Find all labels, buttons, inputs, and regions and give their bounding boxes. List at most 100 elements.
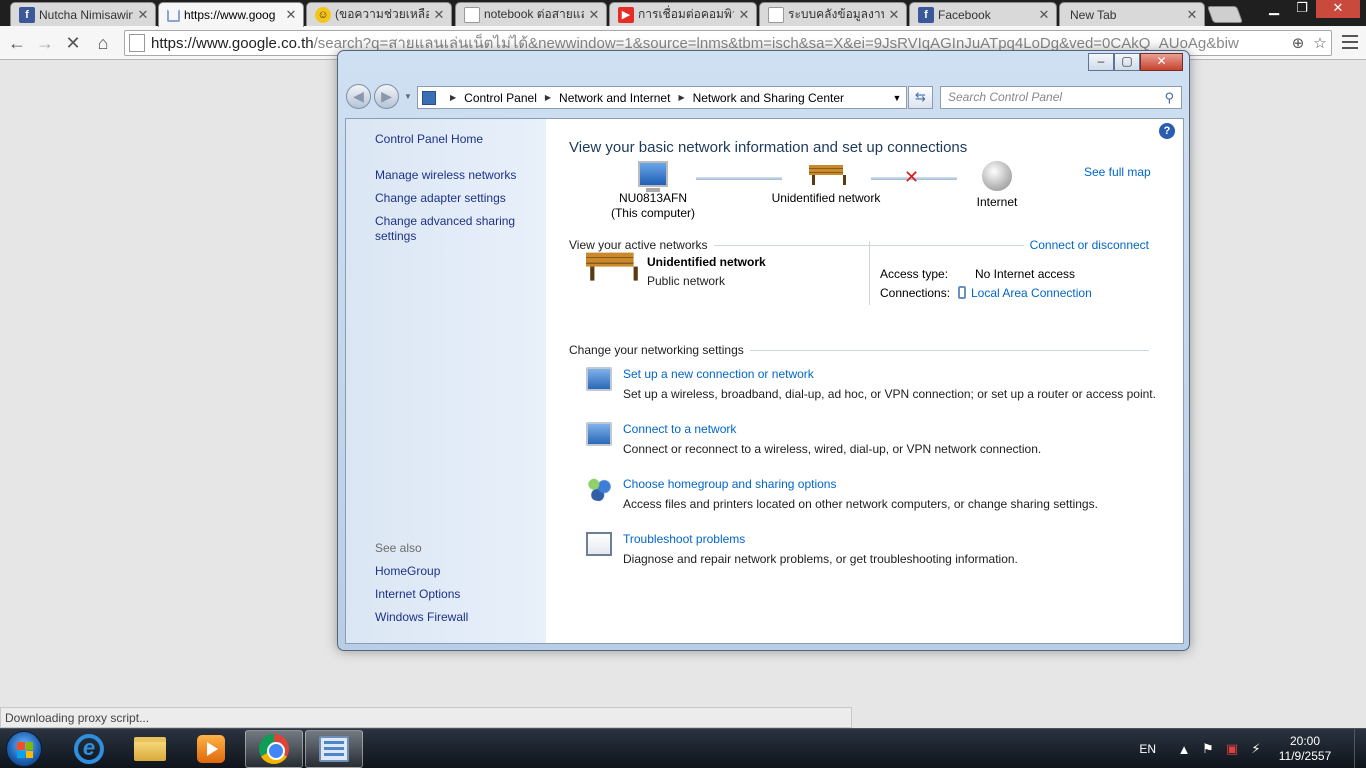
local-area-connection-link[interactable]: Local Area Connection bbox=[958, 286, 1092, 300]
tab-title: ระบบคลังข้อมูลงานวิจัย bbox=[788, 7, 884, 21]
start-button[interactable] bbox=[6, 731, 42, 767]
map-internet-node[interactable]: Internet bbox=[957, 161, 1037, 210]
stop-loading-icon[interactable]: ✕ bbox=[62, 32, 84, 54]
search-input[interactable]: Search Control Panel ⚲ bbox=[940, 86, 1182, 109]
bench-network-icon bbox=[809, 161, 846, 187]
chevron-down-icon[interactable]: ▼ bbox=[888, 93, 906, 103]
connection-name: Local Area Connection bbox=[971, 286, 1092, 300]
new-tab-button[interactable] bbox=[1206, 6, 1244, 23]
power-icon[interactable]: ⚡ bbox=[1246, 741, 1266, 757]
control-panel-icon bbox=[422, 90, 436, 105]
browser-tab-active[interactable]: https://www.goog ✕ bbox=[158, 2, 304, 27]
recent-pages-chevron-icon[interactable]: ▼ bbox=[404, 92, 412, 101]
close-window-icon[interactable]: ✕ bbox=[1316, 0, 1360, 18]
close-tab-icon[interactable]: ✕ bbox=[285, 7, 297, 23]
taskbar-media-player[interactable] bbox=[182, 730, 240, 768]
input-language-indicator[interactable]: EN bbox=[1139, 742, 1156, 756]
task-pane: Control Panel Home Manage wireless netwo… bbox=[346, 119, 546, 643]
clock-date: 11/9/2557 bbox=[1278, 749, 1332, 763]
change-settings-label: Change your networking settings bbox=[569, 343, 744, 357]
browser-tab[interactable]: ☺ (ขอความช่วยเหลือด่วน ✕ bbox=[306, 2, 452, 26]
network-type-link[interactable]: Public network bbox=[647, 274, 725, 288]
back-arrow-icon[interactable]: ◀ bbox=[346, 84, 371, 109]
connect-disconnect-link[interactable]: Connect or disconnect bbox=[1030, 238, 1149, 252]
new-connection-icon bbox=[586, 367, 612, 391]
back-arrow-icon[interactable]: ← bbox=[6, 32, 28, 54]
breadcrumb[interactable]: ▶ Control Panel ▶ Network and Internet ▶… bbox=[417, 86, 907, 109]
show-desktop-button[interactable] bbox=[1354, 729, 1366, 768]
chevron-right-icon[interactable]: ▶ bbox=[450, 93, 456, 102]
show-hidden-icons-icon[interactable]: ▲ bbox=[1174, 742, 1194, 757]
taskbar-file-explorer[interactable] bbox=[121, 730, 179, 768]
browser-tab[interactable]: f Nutcha Nimisawin ✕ bbox=[10, 2, 156, 26]
no-connection-x-icon: ✕ bbox=[904, 167, 920, 187]
bookmark-star-icon[interactable]: ☆ bbox=[1309, 34, 1331, 52]
minimize-icon[interactable]: – bbox=[1088, 53, 1114, 71]
close-tab-icon[interactable]: ✕ bbox=[738, 7, 750, 23]
taskbar-chrome[interactable] bbox=[245, 730, 303, 768]
computer-name: NU0813AFN bbox=[618, 191, 688, 205]
computer-sub-label: (This computer) bbox=[610, 206, 696, 220]
setup-connection-link[interactable]: Set up a new connection or network bbox=[623, 367, 814, 381]
browser-tab[interactable]: notebook ต่อสายแลน ✕ bbox=[455, 2, 607, 26]
ethernet-plug-icon bbox=[958, 286, 966, 299]
troubleshoot-link[interactable]: Troubleshoot problems bbox=[623, 532, 745, 546]
change-advanced-sharing-link[interactable]: Change advanced sharing settings bbox=[375, 214, 525, 244]
zoom-icon[interactable]: ⊕ bbox=[1287, 34, 1309, 52]
control-panel-icon bbox=[319, 736, 349, 762]
browser-tab[interactable]: New Tab ✕ bbox=[1059, 2, 1205, 26]
restore-icon[interactable]: ❐ bbox=[1288, 0, 1316, 18]
browser-status-bar: Downloading proxy script... bbox=[0, 707, 852, 728]
tab-title: (ขอความช่วยเหลือด่วน bbox=[335, 7, 429, 21]
windows-firewall-link[interactable]: Windows Firewall bbox=[375, 610, 468, 625]
homegroup-sharing-link[interactable]: Choose homegroup and sharing options bbox=[623, 477, 836, 491]
active-network-name: Unidentified network bbox=[647, 255, 766, 269]
manage-wireless-link[interactable]: Manage wireless networks bbox=[375, 168, 516, 183]
internet-options-link[interactable]: Internet Options bbox=[375, 587, 460, 602]
refresh-icon[interactable]: ⇆ bbox=[908, 86, 933, 109]
help-icon[interactable]: ? bbox=[1159, 123, 1175, 139]
breadcrumb-item[interactable]: Network and Internet bbox=[559, 91, 670, 105]
close-tab-icon[interactable]: ✕ bbox=[1038, 7, 1050, 23]
tab-title: New Tab bbox=[1070, 7, 1117, 22]
close-tab-icon[interactable]: ✕ bbox=[137, 7, 149, 23]
internet-label: Internet bbox=[976, 195, 1018, 209]
breadcrumb-item[interactable]: Control Panel bbox=[464, 91, 537, 105]
close-tab-icon[interactable]: ✕ bbox=[888, 7, 900, 23]
forward-arrow-icon[interactable]: → bbox=[34, 32, 56, 54]
chrome-menu-icon[interactable] bbox=[1342, 35, 1358, 49]
taskbar-internet-explorer[interactable]: e bbox=[60, 730, 118, 768]
homegroup-link[interactable]: HomeGroup bbox=[375, 564, 440, 579]
connect-network-link[interactable]: Connect to a network bbox=[623, 422, 736, 436]
browser-tab[interactable]: ระบบคลังข้อมูลงานวิจัย ✕ bbox=[759, 2, 907, 26]
breadcrumb-item[interactable]: Network and Sharing Center bbox=[693, 91, 844, 105]
close-tab-icon[interactable]: ✕ bbox=[1186, 7, 1198, 23]
search-icon[interactable]: ⚲ bbox=[1164, 90, 1174, 105]
facebook-icon: f bbox=[918, 6, 934, 23]
access-type-value: No Internet access bbox=[975, 267, 1076, 281]
close-tab-icon[interactable]: ✕ bbox=[433, 7, 445, 23]
see-full-map-link[interactable]: See full map bbox=[1084, 165, 1151, 179]
forward-arrow-icon[interactable]: ▶ bbox=[374, 84, 399, 109]
maximize-icon[interactable]: ▢ bbox=[1114, 53, 1140, 71]
browser-tab[interactable]: f Facebook ✕ bbox=[909, 2, 1057, 26]
minimize-icon[interactable]: ▁ bbox=[1260, 0, 1288, 18]
see-also-label: See also bbox=[375, 541, 422, 555]
taskbar-clock[interactable]: 20:00 11/9/2557 bbox=[1270, 734, 1340, 764]
browser-tab[interactable]: ▶ การเชื่อมต่อคอมพิวเตอร์ ✕ bbox=[609, 2, 757, 26]
network-error-icon[interactable]: ▣ bbox=[1222, 741, 1242, 757]
chevron-right-icon[interactable]: ▶ bbox=[678, 93, 684, 102]
vertical-divider bbox=[869, 241, 870, 305]
close-tab-icon[interactable]: ✕ bbox=[588, 7, 600, 23]
home-icon[interactable]: ⌂ bbox=[92, 32, 114, 54]
action-center-flag-icon[interactable]: ⚑ bbox=[1198, 741, 1218, 757]
page-title: View your basic network information and … bbox=[569, 139, 968, 156]
taskbar-control-panel[interactable] bbox=[305, 730, 363, 768]
chevron-right-icon[interactable]: ▶ bbox=[545, 93, 551, 102]
map-network-node[interactable]: Unidentified network bbox=[761, 161, 891, 206]
tab-title: Facebook bbox=[938, 7, 991, 22]
control-panel-home-link[interactable]: Control Panel Home bbox=[375, 132, 483, 147]
close-window-icon[interactable]: ✕ bbox=[1140, 53, 1183, 71]
page-icon bbox=[129, 34, 145, 52]
change-adapter-link[interactable]: Change adapter settings bbox=[375, 191, 506, 206]
